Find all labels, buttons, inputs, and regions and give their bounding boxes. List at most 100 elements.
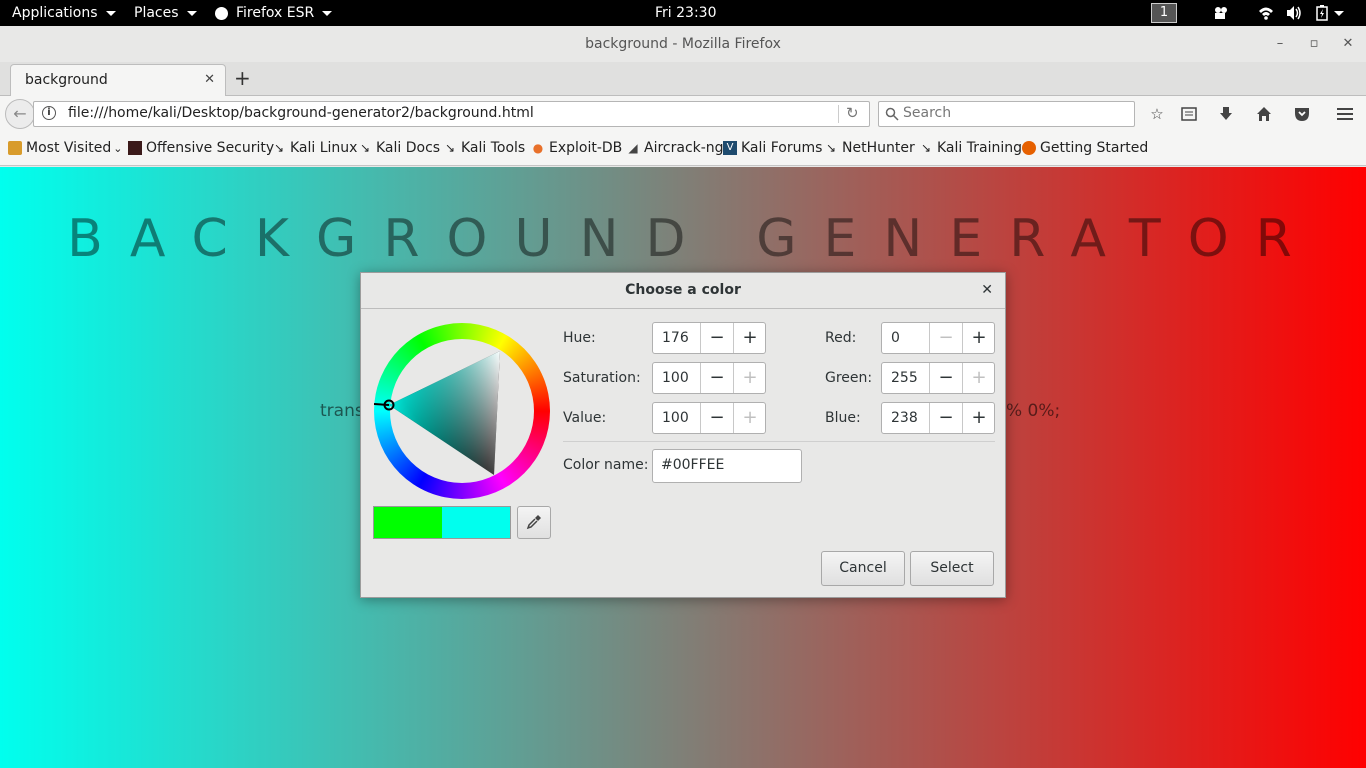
kali-dragon-icon: ↘ <box>920 141 932 155</box>
chevron-down-icon: ⌄ <box>113 141 123 155</box>
bookmark-kali-linux[interactable]: ↘ Kali Linux <box>272 140 358 156</box>
video-camera-icon[interactable] <box>1213 5 1229 21</box>
bookmark-most-visited[interactable]: Most Visited ⌄ <box>8 140 122 156</box>
red-increment-button[interactable]: + <box>962 323 995 353</box>
bookmark-label: Kali Linux <box>290 140 358 156</box>
applications-menu[interactable]: Applications <box>12 0 116 26</box>
bookmark-label: Kali Docs <box>376 140 441 156</box>
value-decrement-button[interactable]: − <box>700 403 733 433</box>
sv-triangle[interactable] <box>374 323 550 499</box>
bookmark-label: Kali Forums <box>741 140 823 156</box>
tab-strip: background ✕ + <box>0 62 1366 96</box>
cancel-button[interactable]: Cancel <box>821 551 905 586</box>
wifi-icon[interactable] <box>1258 5 1274 21</box>
reload-icon[interactable]: ↻ <box>846 104 859 122</box>
saturation-increment-button[interactable]: + <box>733 363 766 393</box>
clock-label: Fri 23:30 <box>655 5 717 21</box>
tab-background[interactable]: background ✕ <box>10 64 226 96</box>
close-tab-icon[interactable]: ✕ <box>204 72 215 87</box>
blue-label: Blue: <box>825 410 861 426</box>
back-button[interactable]: ← <box>5 99 35 129</box>
battery-icon[interactable] <box>1314 5 1330 21</box>
places-label: Places <box>134 5 179 21</box>
hue-increment-button[interactable]: + <box>733 323 766 353</box>
red-spinbutton[interactable]: 0 − + <box>881 322 995 354</box>
blue-decrement-button[interactable]: − <box>929 403 962 433</box>
bookmark-kali-forums[interactable]: V Kali Forums <box>723 140 822 156</box>
close-dialog-icon[interactable]: ✕ <box>981 282 993 298</box>
css-output-text-right: % 0%; <box>1006 401 1061 421</box>
bookmark-kali-tools[interactable]: ↘ Kali Tools <box>443 140 525 156</box>
chevron-down-icon <box>186 10 197 16</box>
css-output-text-left: trans <box>320 401 364 421</box>
blue-increment-button[interactable]: + <box>962 403 995 433</box>
firefox-app-menu[interactable]: Firefox ESR <box>215 0 333 26</box>
red-value[interactable]: 0 <box>891 330 900 346</box>
hamburger-menu-icon[interactable] <box>1336 105 1354 123</box>
red-decrement-button[interactable]: − <box>929 323 962 353</box>
window-title: background - Mozilla Firefox <box>585 36 781 52</box>
kali-dragon-icon: ↘ <box>359 141 371 155</box>
select-button[interactable]: Select <box>910 551 994 586</box>
clock[interactable]: Fri 23:30 <box>655 0 716 26</box>
chevron-down-icon <box>105 10 116 16</box>
bookmark-star-icon[interactable]: ☆ <box>1148 105 1166 123</box>
aircrack-icon: ◢ <box>628 141 638 155</box>
bookmark-aircrack-ng[interactable]: ◢ Aircrack-ng <box>626 140 724 156</box>
previous-color-swatch[interactable] <box>374 507 442 538</box>
current-color-swatch[interactable] <box>442 507 510 538</box>
color-swatches <box>373 506 511 539</box>
color-name-input[interactable]: #00FFEE <box>652 449 802 483</box>
bookmark-label: Kali Tools <box>461 140 526 156</box>
value-spinbutton[interactable]: 100 − + <box>652 402 766 434</box>
url-text: file:///home/kali/Desktop/background-gen… <box>68 105 534 121</box>
url-bar[interactable]: i file:///home/kali/Desktop/background-g… <box>33 101 870 127</box>
green-value[interactable]: 255 <box>891 370 918 386</box>
kali-dragon-icon: ↘ <box>825 141 837 155</box>
bookmark-label: Most Visited <box>26 140 112 156</box>
bookmark-exploit-db[interactable]: ● Exploit-DB <box>531 140 623 156</box>
hue-spinbutton[interactable]: 176 − + <box>652 322 766 354</box>
saturation-decrement-button[interactable]: − <box>700 363 733 393</box>
green-decrement-button[interactable]: − <box>929 363 962 393</box>
blue-spinbutton[interactable]: 238 − + <box>881 402 995 434</box>
download-icon[interactable] <box>1217 105 1235 123</box>
volume-icon[interactable] <box>1286 5 1302 21</box>
bookmark-label: Aircrack-ng <box>644 140 724 156</box>
maximize-button[interactable]: ▫ <box>1306 36 1322 52</box>
saturation-spinbutton[interactable]: 100 − + <box>652 362 766 394</box>
bookmarks-toolbar: Most Visited ⌄ Offensive Security ↘ Kali… <box>0 132 1366 166</box>
value-value[interactable]: 100 <box>662 410 689 426</box>
dialog-header: Choose a color ✕ <box>361 273 1005 309</box>
home-icon[interactable] <box>1255 105 1273 123</box>
saturation-value[interactable]: 100 <box>662 370 689 386</box>
reading-list-icon[interactable] <box>1180 105 1198 123</box>
close-window-button[interactable]: ✕ <box>1340 36 1356 52</box>
pocket-icon[interactable] <box>1293 105 1311 123</box>
bookmark-kali-training[interactable]: ↘ Kali Training <box>919 140 1022 156</box>
kali-forums-icon: V <box>723 141 737 155</box>
green-spinbutton[interactable]: 255 − + <box>881 362 995 394</box>
bookmark-label: NetHunter <box>842 140 915 156</box>
info-icon[interactable]: i <box>42 106 56 120</box>
bookmark-kali-docs[interactable]: ↘ Kali Docs <box>358 140 440 156</box>
value-increment-button[interactable]: + <box>733 403 766 433</box>
chevron-down-icon <box>322 10 333 16</box>
search-input[interactable]: Search <box>878 101 1135 127</box>
hue-value[interactable]: 176 <box>662 330 689 346</box>
workspace-indicator[interactable]: 1 <box>1151 3 1177 23</box>
new-tab-button[interactable]: + <box>234 68 251 88</box>
eyedropper-icon <box>526 515 541 530</box>
system-menu-chevron-icon[interactable] <box>1334 11 1344 16</box>
hue-decrement-button[interactable]: − <box>700 323 733 353</box>
green-increment-button[interactable]: + <box>962 363 995 393</box>
bookmark-getting-started[interactable]: Getting Started <box>1022 140 1148 156</box>
places-menu[interactable]: Places <box>134 0 197 26</box>
bookmark-offensive-security[interactable]: Offensive Security <box>128 140 274 156</box>
color-name-label: Color name: <box>563 457 649 473</box>
eyedropper-button[interactable] <box>517 506 551 539</box>
hsv-color-wheel[interactable] <box>374 323 550 499</box>
minimize-button[interactable]: – <box>1272 36 1288 52</box>
blue-value[interactable]: 238 <box>891 410 918 426</box>
bookmark-nethunter[interactable]: ↘ NetHunter <box>824 140 915 156</box>
